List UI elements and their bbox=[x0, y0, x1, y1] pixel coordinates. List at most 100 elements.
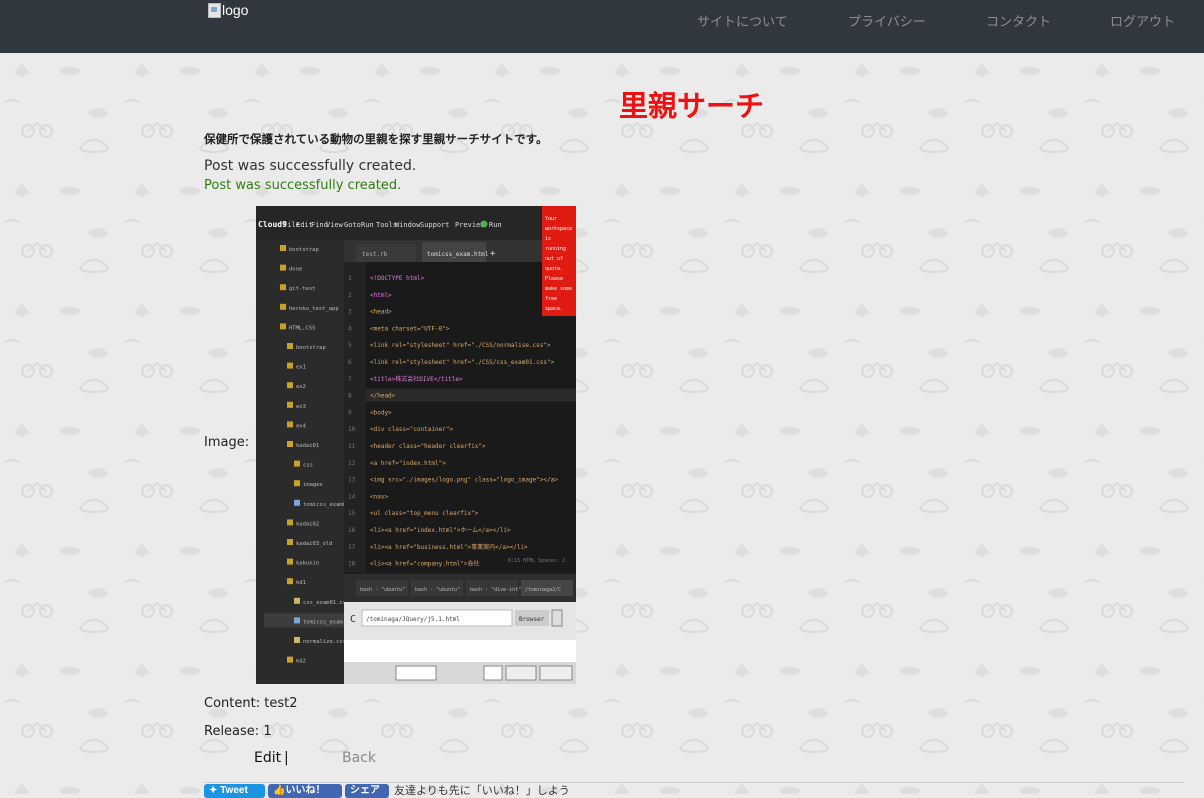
code-line: <meta charset="UTF-8"> bbox=[370, 325, 450, 332]
logo-alt-text: logo bbox=[222, 2, 249, 18]
tree-item: kadai03_old bbox=[296, 541, 332, 547]
line-number: 6 bbox=[348, 359, 352, 366]
tree-item: kd1 bbox=[296, 580, 306, 586]
tree-item: ex3 bbox=[296, 404, 306, 410]
divider bbox=[204, 782, 1184, 783]
nav-privacy-link[interactable]: プライバシー bbox=[848, 14, 926, 32]
file-icon bbox=[294, 499, 300, 506]
folder-icon bbox=[287, 421, 293, 428]
nav-about-link[interactable]: サイトについて bbox=[697, 14, 788, 32]
release-value: 1 bbox=[263, 724, 272, 739]
file-icon bbox=[294, 617, 300, 624]
share-label: シェア bbox=[350, 785, 380, 796]
line-number: 2 bbox=[348, 292, 352, 299]
folder-icon bbox=[280, 303, 286, 310]
release-field: Release: 1 bbox=[204, 723, 272, 740]
folder-icon bbox=[294, 480, 300, 487]
content-value: test2 bbox=[264, 696, 298, 711]
code-line: <nav> bbox=[370, 493, 388, 500]
code-line: <link rel="stylesheet" href="./CSS/css_e… bbox=[370, 359, 555, 366]
code-line: <div class="container"> bbox=[370, 426, 453, 433]
main-content: 里親サーチ 保健所で保護されている動物の里親を探す里親サーチサイトです。 Pos… bbox=[0, 53, 1204, 798]
folder-icon bbox=[287, 539, 293, 545]
folder-icon bbox=[280, 323, 286, 330]
site-description: 保健所で保護されている動物の里親を探す里親サーチサイトです。 bbox=[204, 132, 548, 146]
release-label: Release: bbox=[204, 724, 260, 739]
like-label: いいね！ bbox=[285, 785, 326, 796]
warning-line: free bbox=[545, 296, 557, 302]
tweet-label: Tweet bbox=[220, 785, 248, 796]
warning-line: Please bbox=[545, 276, 563, 282]
folder-icon bbox=[287, 578, 293, 585]
ide-menu-item: Run bbox=[361, 221, 374, 229]
tree-item: heroku_test_app bbox=[289, 306, 339, 312]
line-number: 7 bbox=[348, 376, 352, 383]
tweet-button[interactable]: ✦ Tweet bbox=[204, 784, 265, 798]
line-number: 13 bbox=[348, 477, 356, 484]
tree-item: ex1 bbox=[296, 365, 306, 371]
folder-icon bbox=[287, 558, 293, 565]
warning-line: is bbox=[545, 236, 551, 242]
code-line: <body> bbox=[370, 409, 392, 416]
back-link[interactable]: Back bbox=[342, 749, 376, 767]
tree-item: ex2 bbox=[296, 384, 306, 390]
editor-tab: tomicss_exam.html bbox=[427, 251, 489, 258]
line-number: 14 bbox=[348, 493, 356, 500]
status-bar-text: 8:13 HTML Spaces: 2 bbox=[508, 558, 565, 564]
warning-line: space. bbox=[545, 306, 563, 312]
nav-logout-link[interactable]: ログアウト bbox=[1110, 14, 1175, 32]
thumbs-up-icon: 👍 bbox=[273, 785, 286, 796]
top-navbar: logo サイトについて プライバシー コンタクト ログアウト bbox=[0, 0, 1204, 53]
line-number: 4 bbox=[348, 325, 352, 332]
terminal-tab-label: bash - "ubuntu" bbox=[360, 587, 405, 593]
line-number: 16 bbox=[348, 527, 356, 534]
code-line: </head> bbox=[370, 393, 396, 400]
folder-icon bbox=[287, 519, 293, 526]
code-line: <head> bbox=[370, 309, 392, 316]
line-number: 15 bbox=[348, 510, 356, 517]
nav-contact-link[interactable]: コンタクト bbox=[986, 14, 1051, 32]
site-logo[interactable]: logo bbox=[208, 1, 248, 19]
code-line: <html> bbox=[370, 292, 392, 299]
tree-item: kadai01 bbox=[296, 443, 319, 449]
broken-image-icon bbox=[208, 2, 221, 18]
ide-menu-item: Support bbox=[420, 221, 450, 229]
folder-icon bbox=[287, 656, 293, 663]
edit-link[interactable]: Edit bbox=[254, 749, 281, 767]
twitter-bird-icon: ✦ bbox=[209, 785, 221, 796]
code-line: <li><a href="business.html">事業案内</a></li… bbox=[370, 543, 528, 551]
terminal-tab-label: bash - "ubuntu" bbox=[415, 587, 460, 593]
facebook-share-button[interactable]: シェア bbox=[345, 784, 389, 798]
run-icon bbox=[480, 220, 488, 228]
tree-item: css_exam01.css bbox=[303, 600, 349, 606]
file-icon bbox=[294, 597, 300, 604]
post-image: Cloud9 File Edit Find View Goto Run Tool… bbox=[256, 206, 576, 684]
warning-line: workspace bbox=[545, 226, 572, 232]
tree-item: git-test bbox=[289, 286, 316, 292]
ide-menu-item: View bbox=[326, 221, 344, 229]
editor-tab: test.rb bbox=[362, 251, 388, 258]
image-label: Image: bbox=[204, 435, 250, 450]
tree-item: kakunin bbox=[296, 561, 319, 567]
line-number: 12 bbox=[348, 460, 356, 467]
tree-item: bootstrap bbox=[289, 247, 319, 253]
folder-icon bbox=[287, 382, 293, 389]
browser-button-text: Browser bbox=[519, 616, 545, 623]
facebook-like-button[interactable]: 👍いいね！ bbox=[268, 784, 342, 798]
link-separator: | bbox=[284, 750, 289, 766]
folder-icon bbox=[287, 362, 293, 369]
terminal-tab-label: bash - "dive-int" bbox=[470, 587, 521, 593]
file-icon bbox=[294, 637, 300, 643]
code-line: <li><a href="company.html">会社 bbox=[370, 560, 480, 568]
folder-icon bbox=[287, 401, 293, 408]
ide-menu-item: Goto bbox=[344, 221, 361, 229]
tree-item: css bbox=[303, 463, 313, 469]
warning-line: Your bbox=[545, 216, 557, 222]
tree-item: kadai02 bbox=[296, 521, 319, 527]
ide-menu-item: Tools bbox=[376, 221, 397, 229]
code-line: <li><a href="index.html">ホーム</a></li> bbox=[370, 527, 511, 534]
line-number: 10 bbox=[348, 426, 356, 433]
tree-item: done bbox=[289, 267, 302, 273]
notice-message: Post was successfully created. bbox=[204, 158, 417, 174]
line-number: 18 bbox=[348, 561, 356, 568]
